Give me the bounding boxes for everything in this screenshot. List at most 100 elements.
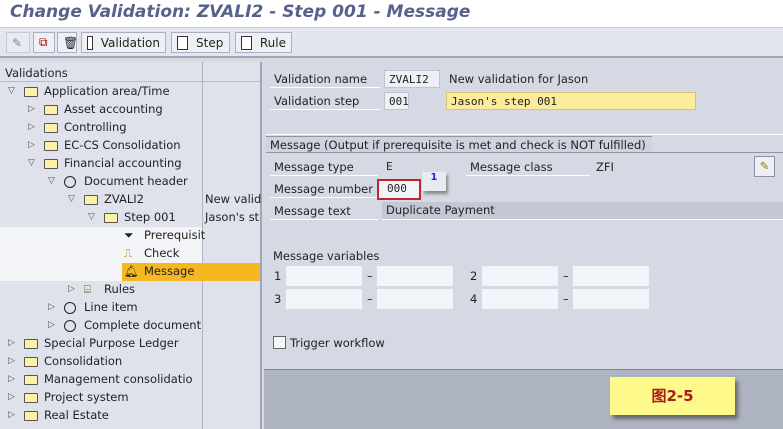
- tree-node[interactable]: ▽ Application area/Time: [0, 83, 260, 101]
- tree-node-label: Financial accounting: [64, 156, 182, 170]
- tree-node-label: Real Estate: [44, 408, 109, 422]
- tree-node[interactable]: ▷ Project system: [0, 389, 260, 407]
- expand-closed-icon[interactable]: ▷: [28, 140, 35, 150]
- tree-node[interactable]: ▷ Special Purpose Ledger: [0, 335, 260, 353]
- message-number-field[interactable]: 000: [377, 179, 421, 200]
- message-number-label: Message number: [270, 180, 378, 198]
- expand-open-icon[interactable]: ▽: [8, 86, 15, 96]
- expand-closed-icon[interactable]: ▷: [48, 302, 55, 312]
- range-dash: –: [563, 292, 569, 306]
- tree-node[interactable]: ▽ Step 001 Jason's st: [0, 209, 260, 227]
- folder-icon: [24, 339, 38, 349]
- variable-from-input[interactable]: [286, 289, 362, 309]
- trigger-workflow-checkbox[interactable]: [273, 336, 286, 349]
- edit-toggle-button[interactable]: ✎: [6, 32, 30, 53]
- tree-node[interactable]: 🔔︎ Message: [0, 263, 260, 281]
- tree-node-label: Line item: [84, 300, 138, 314]
- tree-node[interactable]: ▷ Line item: [0, 299, 260, 317]
- variable-from-input[interactable]: [482, 266, 558, 286]
- tree-node-label: ZVALI2: [104, 192, 144, 206]
- tree-node[interactable]: ▷ Controlling: [0, 119, 260, 137]
- copy-icon: ⧉: [39, 35, 48, 49]
- edit-message-button[interactable]: ✎: [754, 156, 775, 177]
- expand-open-icon[interactable]: ▽: [48, 176, 55, 186]
- expand-closed-icon[interactable]: ▷: [8, 410, 15, 420]
- tree-node-label: Application area/Time: [44, 84, 170, 98]
- tree-node[interactable]: ▷ ⌸ Rules: [0, 281, 260, 299]
- validation-name-label: Validation name: [270, 70, 380, 88]
- tree-node-label: Rules: [104, 282, 136, 296]
- folder-icon: [24, 357, 38, 367]
- clock-icon: [64, 302, 76, 314]
- folder-icon: [104, 213, 118, 223]
- variable-from-input[interactable]: [482, 289, 558, 309]
- message-type-value: E: [386, 160, 393, 173]
- variable-number: 1: [274, 269, 282, 283]
- tree-node[interactable]: ▷ Complete document: [0, 317, 260, 335]
- range-dash: –: [563, 269, 569, 283]
- variable-number: 4: [470, 292, 478, 306]
- message-type-label: Message type: [270, 158, 378, 176]
- new-rule-button[interactable]: Rule: [235, 32, 292, 53]
- expand-open-icon[interactable]: ▽: [88, 212, 95, 222]
- folder-icon: [44, 159, 58, 169]
- message-text-label: Message text: [270, 202, 378, 220]
- new-step-button[interactable]: Step: [171, 32, 230, 53]
- tree-node-label: Asset accounting: [64, 102, 163, 116]
- trigger-workflow-label: Trigger workflow: [290, 336, 385, 350]
- expand-closed-icon[interactable]: ▷: [8, 392, 15, 402]
- tree-node[interactable]: ▷ Asset accounting: [0, 101, 260, 119]
- variable-number: 2: [470, 269, 478, 283]
- expand-closed-icon[interactable]: ▷: [8, 356, 15, 366]
- tree-node-label: Special Purpose Ledger: [44, 336, 179, 350]
- document-icon: [87, 35, 93, 50]
- new-validation-button[interactable]: Validation: [81, 32, 166, 53]
- variable-to-input[interactable]: [573, 266, 649, 286]
- variable-from-input[interactable]: [286, 266, 362, 286]
- variable-to-input[interactable]: [573, 289, 649, 309]
- expand-closed-icon[interactable]: ▷: [68, 284, 75, 294]
- expand-open-icon[interactable]: ▽: [28, 158, 35, 168]
- button-label: Step: [196, 35, 224, 50]
- tree-node-label: Project system: [44, 390, 129, 404]
- folder-icon: [44, 105, 58, 115]
- validation-tree: Validations ▽ Application area/Time ▷ Asset…: [0, 62, 262, 429]
- pencil-icon: ✎: [759, 159, 770, 173]
- range-dash: –: [367, 292, 373, 306]
- expand-open-icon[interactable]: ▽: [68, 194, 75, 204]
- tree-node-description: Jason's st: [205, 210, 260, 224]
- tree-node[interactable]: ▽ Document header: [0, 173, 260, 191]
- tree-node[interactable]: ▽ Financial accounting: [0, 155, 260, 173]
- tree-node-label: EC-CS Consolidation: [64, 138, 181, 152]
- figure-label: 图2-5: [610, 377, 735, 415]
- tree-node[interactable]: ▷ Real Estate: [0, 407, 260, 425]
- tree-node[interactable]: ▷ Consolidation: [0, 353, 260, 371]
- tree-node-description: New valid: [205, 192, 262, 206]
- page-title: Change Validation: ZVALI2 - Step 001 - M…: [10, 2, 471, 22]
- toolbar: ✎ ⧉ 🗑 Validation Step Rule: [0, 28, 783, 58]
- tree-node[interactable]: ▽ ZVALI2 New valid: [0, 191, 262, 209]
- step-description-input[interactable]: Jason's step 001: [446, 92, 696, 110]
- tree-node[interactable]: ▷ Management consolidatio: [0, 371, 260, 389]
- bell-icon: 🔔︎: [124, 264, 139, 278]
- rules-icon: ⌸: [84, 282, 91, 296]
- variable-to-input[interactable]: [377, 289, 453, 309]
- tree-node[interactable]: ▷ EC-CS Consolidation: [0, 137, 260, 155]
- tree-node-label: Check: [144, 246, 180, 260]
- validation-name-description: New validation for Jason: [449, 72, 589, 86]
- expand-closed-icon[interactable]: ▷: [48, 320, 55, 330]
- tree-header: Validations: [0, 64, 260, 82]
- folder-icon: [24, 87, 38, 97]
- copy-button[interactable]: ⧉: [33, 32, 55, 53]
- variable-to-input[interactable]: [377, 266, 453, 286]
- expand-closed-icon[interactable]: ▷: [8, 338, 15, 348]
- folder-icon: [44, 141, 58, 151]
- tree-node[interactable]: ⎍ Check: [0, 245, 202, 263]
- expand-closed-icon[interactable]: ▷: [28, 104, 35, 114]
- expand-closed-icon[interactable]: ▷: [8, 374, 15, 384]
- folder-icon: [24, 393, 38, 403]
- expand-closed-icon[interactable]: ▷: [28, 122, 35, 132]
- tree-header-label: Validations: [5, 66, 68, 80]
- tree-node[interactable]: ⏷ Prerequisit: [0, 227, 205, 245]
- delete-button[interactable]: 🗑: [57, 32, 78, 53]
